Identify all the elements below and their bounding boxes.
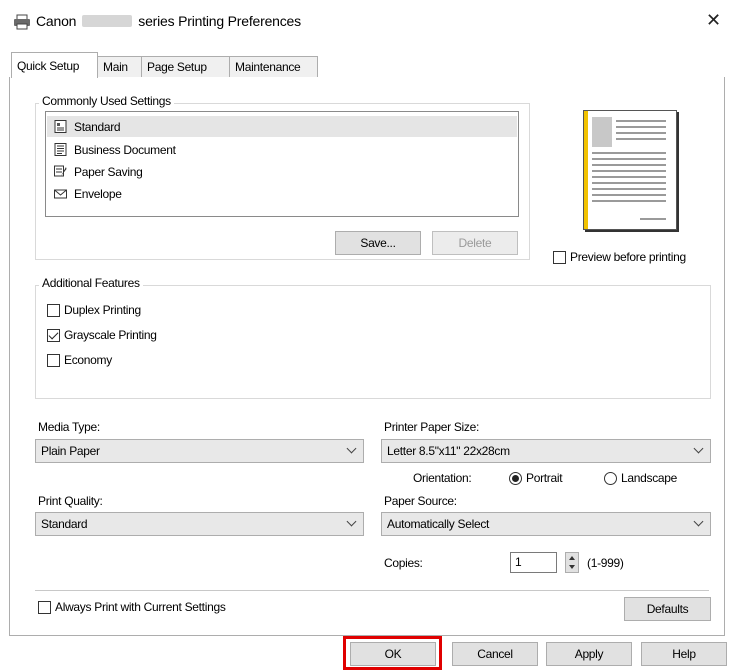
checkbox-label: Grayscale Printing (64, 328, 157, 342)
list-item-envelope[interactable]: Envelope (47, 183, 517, 204)
select-value: Plain Paper (41, 444, 100, 458)
divider (35, 590, 709, 591)
checkbox-label: Always Print with Current Settings (55, 600, 226, 614)
paper-saving-icon (54, 165, 67, 177)
print-quality-label: Print Quality: (38, 494, 103, 508)
redacted-model-name (82, 15, 133, 27)
portrait-radio[interactable]: Portrait (509, 471, 563, 485)
chevron-down-icon (693, 443, 704, 454)
radio-button[interactable] (509, 471, 522, 485)
copies-input[interactable]: 1 (510, 552, 557, 573)
checkbox-box[interactable] (47, 328, 60, 342)
chevron-down-icon (346, 443, 357, 454)
orientation-label: Orientation: (413, 471, 472, 485)
checkbox-label: Preview before printing (570, 250, 686, 264)
chevron-down-icon (346, 516, 357, 527)
page-preview (583, 110, 677, 230)
list-item-label: Paper Saving (74, 164, 143, 179)
select-value: Standard (41, 517, 88, 531)
spin-up-icon[interactable] (569, 556, 575, 560)
help-button[interactable]: Help (641, 642, 727, 666)
envelope-icon (54, 189, 67, 199)
cancel-button[interactable]: Cancel (452, 642, 538, 666)
print-quality-select[interactable]: Standard (35, 512, 364, 536)
save-button[interactable]: Save... (335, 231, 421, 255)
checkbox-box[interactable] (47, 353, 60, 367)
radio-label: Portrait (526, 471, 563, 485)
grayscale-printing-checkbox[interactable]: Grayscale Printing (47, 328, 157, 342)
list-item-label: Envelope (74, 186, 122, 201)
defaults-button[interactable]: Defaults (624, 597, 711, 621)
apply-button[interactable]: Apply (546, 642, 632, 666)
select-value: Letter 8.5"x11" 22x28cm (387, 444, 510, 458)
economy-checkbox[interactable]: Economy (47, 353, 112, 367)
commonly-used-label: Commonly Used Settings (39, 94, 174, 108)
copies-label: Copies: (384, 556, 423, 570)
media-type-select[interactable]: Plain Paper (35, 439, 364, 463)
checkbox-box[interactable] (38, 600, 51, 614)
list-item-standard[interactable]: Standard (47, 116, 517, 137)
business-doc-icon (54, 143, 67, 156)
duplex-printing-checkbox[interactable]: Duplex Printing (47, 303, 141, 317)
tab-quick-setup[interactable]: Quick Setup (11, 52, 98, 78)
select-value: Automatically Select (387, 517, 490, 531)
close-button[interactable]: ✕ (706, 10, 721, 31)
preview-before-printing-checkbox[interactable]: Preview before printing (553, 250, 686, 264)
title-prefix: Canon (36, 13, 77, 29)
additional-features-label: Additional Features (39, 276, 143, 290)
checkbox-label: Duplex Printing (64, 303, 141, 317)
copies-spinner[interactable] (565, 552, 579, 573)
radio-label: Landscape (621, 471, 678, 485)
radio-button[interactable] (604, 471, 617, 485)
spin-down-icon[interactable] (569, 565, 575, 569)
chevron-down-icon (693, 516, 704, 527)
standard-doc-icon (54, 120, 67, 133)
paper-source-select[interactable]: Automatically Select (381, 512, 711, 536)
tab-maintenance[interactable]: Maintenance (229, 56, 318, 78)
list-item-paper-saving[interactable]: Paper Saving (47, 161, 517, 182)
list-item-label: Business Document (74, 142, 176, 157)
preview-page-graphic (584, 111, 666, 229)
list-item-label: Standard (74, 119, 121, 134)
paper-size-select[interactable]: Letter 8.5"x11" 22x28cm (381, 439, 711, 463)
paper-source-label: Paper Source: (384, 494, 457, 508)
delete-button[interactable]: Delete (432, 231, 518, 255)
printer-icon (14, 14, 30, 30)
always-print-checkbox[interactable]: Always Print with Current Settings (38, 600, 226, 614)
commonly-used-list[interactable]: Standard Business Document Paper Saving … (45, 111, 519, 217)
landscape-radio[interactable]: Landscape (604, 471, 677, 485)
tab-page-setup[interactable]: Page Setup (141, 56, 230, 78)
copies-range: (1-999) (587, 556, 624, 570)
checkbox-label: Economy (64, 353, 112, 367)
ok-highlight-box (343, 636, 442, 670)
window-title: Canon series Printing Preferences (36, 13, 301, 29)
media-type-label: Media Type: (38, 420, 100, 434)
paper-size-label: Printer Paper Size: (384, 420, 480, 434)
tab-main[interactable]: Main (97, 56, 142, 78)
title-suffix: series Printing Preferences (138, 13, 301, 29)
list-item-business-document[interactable]: Business Document (47, 139, 517, 160)
checkbox-box[interactable] (553, 250, 566, 264)
checkbox-box[interactable] (47, 303, 60, 317)
